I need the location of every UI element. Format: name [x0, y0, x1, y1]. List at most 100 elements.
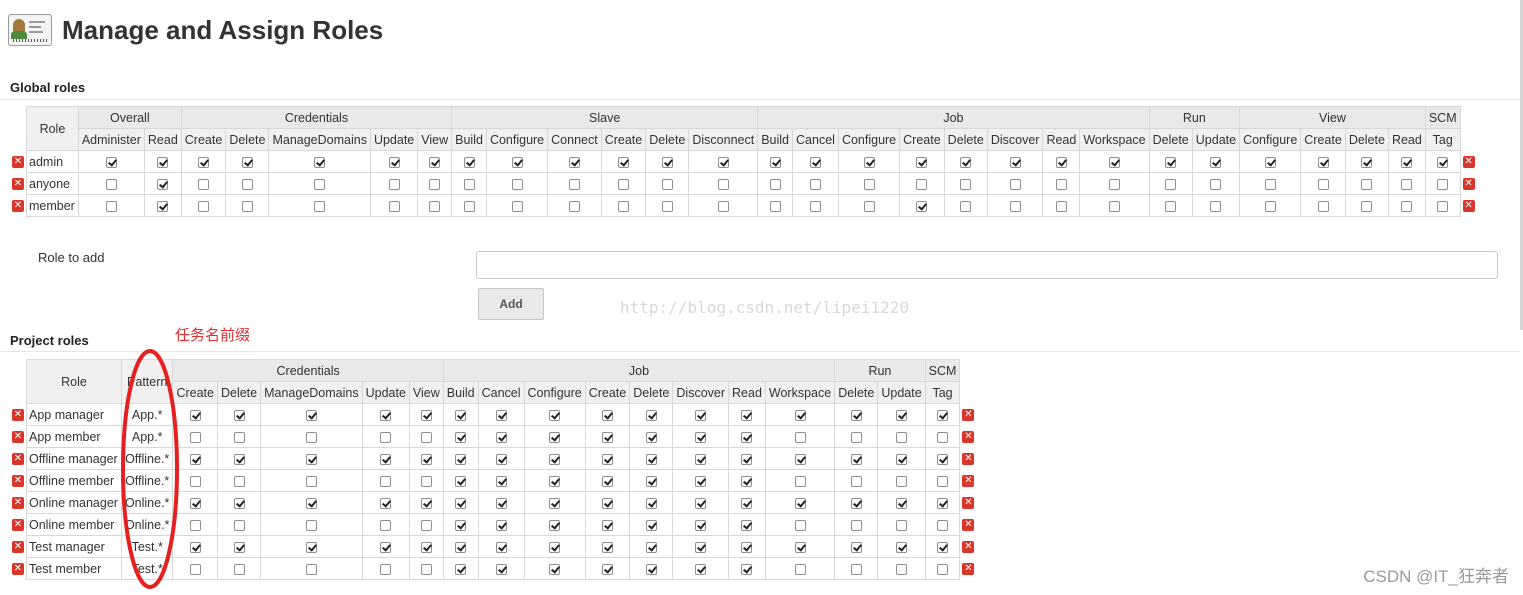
permission-checkbox[interactable]	[455, 497, 467, 509]
permission-checkbox[interactable]	[1210, 156, 1222, 168]
permission-checkbox[interactable]	[429, 178, 441, 190]
permission-checkbox[interactable]	[916, 178, 928, 190]
permission-checkbox[interactable]	[455, 475, 467, 487]
permission-checkbox[interactable]	[233, 453, 245, 465]
permission-checkbox[interactable]	[937, 497, 949, 509]
permission-checkbox[interactable]	[937, 453, 949, 465]
permission-checkbox[interactable]	[1361, 200, 1373, 212]
permission-checkbox[interactable]	[741, 497, 753, 509]
permission-checkbox[interactable]	[455, 541, 467, 553]
permission-checkbox[interactable]	[1437, 178, 1449, 190]
permission-checkbox[interactable]	[741, 409, 753, 421]
permission-checkbox[interactable]	[601, 519, 613, 531]
permission-checkbox[interactable]	[455, 519, 467, 531]
permission-checkbox[interactable]	[794, 563, 806, 575]
permission-checkbox[interactable]	[380, 475, 392, 487]
permission-checkbox[interactable]	[937, 475, 949, 487]
permission-checkbox[interactable]	[1009, 156, 1021, 168]
permission-checkbox[interactable]	[896, 475, 907, 487]
permission-checkbox[interactable]	[850, 409, 862, 421]
permission-checkbox[interactable]	[463, 156, 475, 168]
permission-checkbox[interactable]	[511, 156, 523, 168]
permission-checkbox[interactable]	[1055, 156, 1067, 168]
permission-checkbox[interactable]	[661, 200, 673, 212]
permission-checkbox[interactable]	[305, 497, 317, 509]
permission-checkbox[interactable]	[741, 431, 753, 443]
permission-checkbox[interactable]	[741, 563, 753, 575]
permission-checkbox[interactable]	[420, 563, 432, 575]
permission-checkbox[interactable]	[233, 541, 245, 553]
permission-checkbox[interactable]	[601, 497, 613, 509]
permission-checkbox[interactable]	[769, 178, 781, 190]
permission-checkbox[interactable]	[809, 178, 821, 190]
permission-checkbox[interactable]	[1317, 178, 1329, 190]
permission-checkbox[interactable]	[568, 156, 580, 168]
permission-checkbox[interactable]	[420, 519, 432, 531]
permission-checkbox[interactable]	[850, 497, 862, 509]
permission-checkbox[interactable]	[617, 178, 629, 190]
permission-checkbox[interactable]	[794, 409, 806, 421]
permission-checkbox[interactable]	[511, 200, 523, 212]
permission-checkbox[interactable]	[189, 519, 201, 531]
permission-checkbox[interactable]	[896, 497, 907, 509]
permission-checkbox[interactable]	[850, 431, 862, 443]
permission-checkbox[interactable]	[495, 563, 507, 575]
permission-checkbox[interactable]	[549, 431, 561, 443]
permission-checkbox[interactable]	[420, 475, 432, 487]
permission-checkbox[interactable]	[455, 409, 467, 421]
permission-checkbox[interactable]	[495, 431, 507, 443]
add-role-button[interactable]: Add	[478, 288, 544, 320]
permission-checkbox[interactable]	[1437, 156, 1449, 168]
permission-checkbox[interactable]	[157, 178, 169, 190]
permission-checkbox[interactable]	[233, 409, 245, 421]
permission-checkbox[interactable]	[549, 541, 561, 553]
permission-checkbox[interactable]	[1317, 156, 1329, 168]
role-to-add-input[interactable]	[476, 251, 1498, 279]
permission-checkbox[interactable]	[661, 156, 673, 168]
permission-checkbox[interactable]	[809, 156, 821, 168]
permission-checkbox[interactable]	[695, 453, 707, 465]
permission-checkbox[interactable]	[314, 178, 326, 190]
permission-checkbox[interactable]	[794, 453, 806, 465]
permission-checkbox[interactable]	[769, 156, 781, 168]
delete-icon[interactable]: ✕	[1462, 200, 1475, 213]
permission-checkbox[interactable]	[794, 497, 806, 509]
delete-icon[interactable]: ✕	[962, 409, 975, 422]
permission-checkbox[interactable]	[189, 541, 201, 553]
permission-checkbox[interactable]	[1401, 156, 1413, 168]
permission-checkbox[interactable]	[916, 200, 928, 212]
permission-checkbox[interactable]	[495, 519, 507, 531]
permission-checkbox[interactable]	[695, 519, 707, 531]
permission-checkbox[interactable]	[645, 563, 657, 575]
permission-checkbox[interactable]	[645, 431, 657, 443]
permission-checkbox[interactable]	[896, 431, 907, 443]
permission-checkbox[interactable]	[741, 453, 753, 465]
permission-checkbox[interactable]	[305, 453, 317, 465]
delete-icon[interactable]: ✕	[962, 453, 975, 466]
permission-checkbox[interactable]	[241, 178, 253, 190]
permission-checkbox[interactable]	[794, 431, 806, 443]
permission-checkbox[interactable]	[1210, 200, 1222, 212]
permission-checkbox[interactable]	[896, 409, 907, 421]
permission-checkbox[interactable]	[1401, 200, 1413, 212]
permission-checkbox[interactable]	[850, 541, 862, 553]
permission-checkbox[interactable]	[380, 541, 392, 553]
permission-checkbox[interactable]	[916, 156, 928, 168]
permission-checkbox[interactable]	[241, 200, 253, 212]
permission-checkbox[interactable]	[960, 200, 972, 212]
permission-checkbox[interactable]	[695, 475, 707, 487]
permission-checkbox[interactable]	[380, 431, 392, 443]
permission-checkbox[interactable]	[863, 200, 875, 212]
permission-checkbox[interactable]	[937, 409, 949, 421]
permission-checkbox[interactable]	[896, 563, 907, 575]
delete-icon[interactable]: ✕	[12, 519, 24, 532]
permission-checkbox[interactable]	[769, 200, 781, 212]
permission-checkbox[interactable]	[645, 453, 657, 465]
permission-checkbox[interactable]	[1361, 156, 1373, 168]
permission-checkbox[interactable]	[601, 475, 613, 487]
permission-checkbox[interactable]	[380, 453, 392, 465]
permission-checkbox[interactable]	[601, 409, 613, 421]
permission-checkbox[interactable]	[695, 563, 707, 575]
permission-checkbox[interactable]	[420, 497, 432, 509]
permission-checkbox[interactable]	[105, 200, 117, 212]
